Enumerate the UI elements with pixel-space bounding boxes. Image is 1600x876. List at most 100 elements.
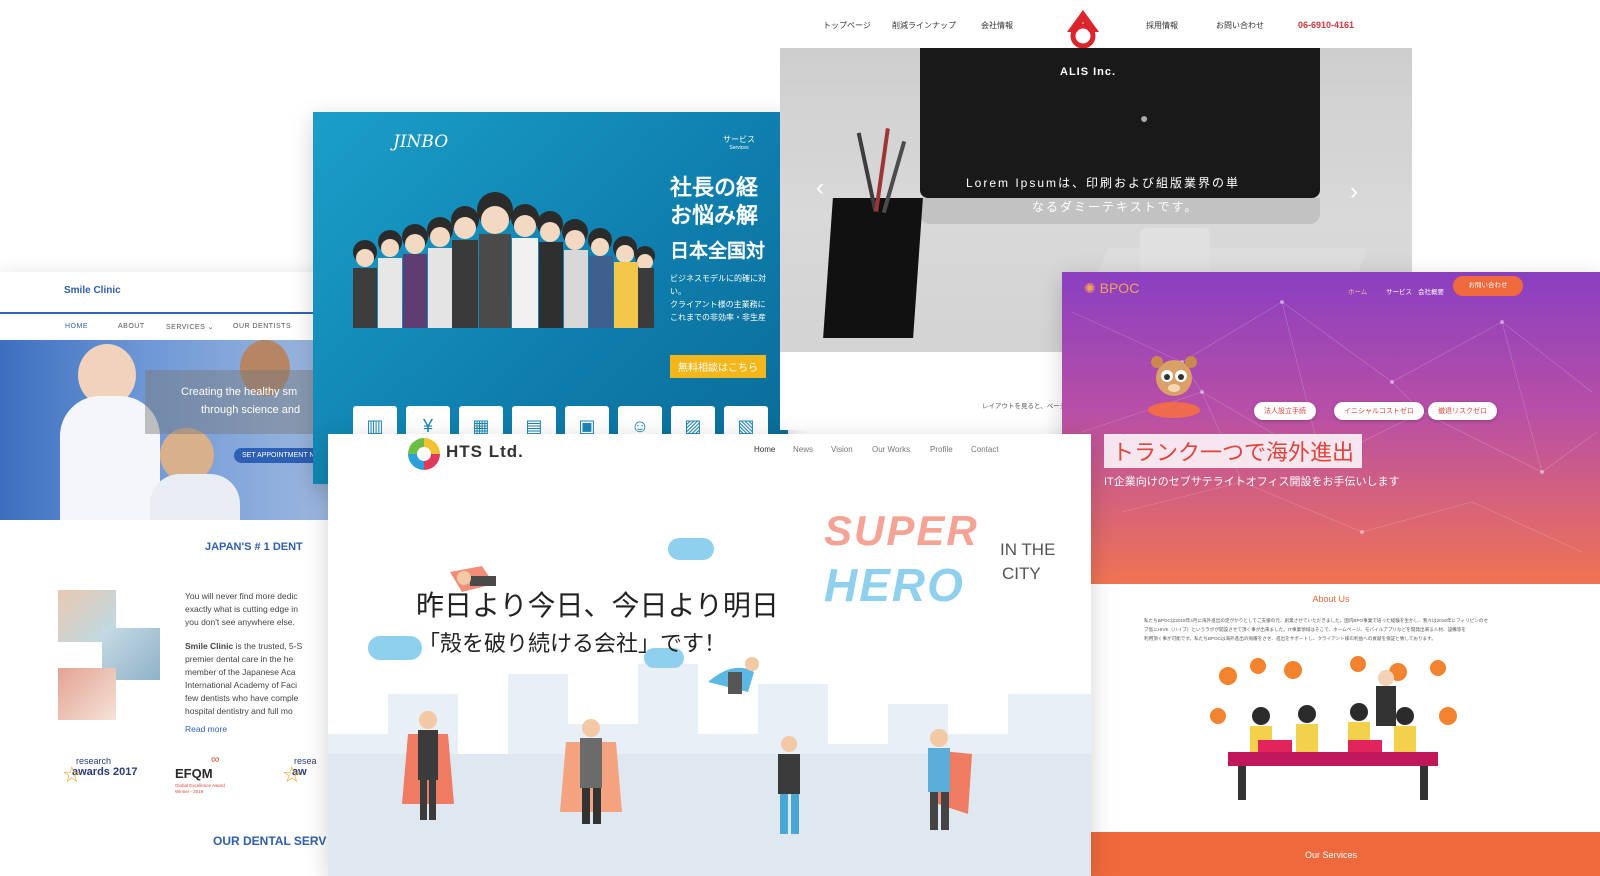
bpoc-services-band: Our Services	[1062, 832, 1600, 876]
jinbo-body-line: クライアント様の主業務に	[670, 300, 766, 309]
award-efqm-sub: Global Excellence Award	[175, 783, 225, 788]
hero-svg	[560, 719, 622, 824]
hero-svg	[778, 736, 800, 834]
standing-hero-figure	[398, 704, 458, 824]
bpoc-nav-services[interactable]: サービス	[1386, 286, 1412, 296]
hts-art-hero: HERO	[824, 559, 965, 611]
jinbo-headline-2: お悩み解	[670, 203, 759, 228]
standing-hero-figure	[764, 730, 814, 840]
bpoc-team-illustration	[1198, 656, 1468, 808]
hts-art-city: CITY	[1002, 564, 1041, 583]
jinbo-logo[interactable]: JINBO	[393, 132, 448, 152]
bpoc-nav-home[interactable]: ホーム	[1348, 286, 1367, 296]
alis-hero-line1: Lorem Ipsumは、印刷および組版業界の単	[966, 176, 1241, 190]
hts-headline: 昨日より今日、今日より明日	[416, 590, 779, 621]
efqm-ribbon-icon: ∞	[211, 752, 220, 766]
award-research-2: resea aw ☆	[282, 756, 330, 802]
bpoc-cloud-badge: イニシャルコストゼロ	[1334, 402, 1424, 420]
hts-nav-news[interactable]: News	[793, 445, 813, 454]
hts-nav-vision[interactable]: Vision	[831, 445, 853, 454]
hts-nav-works[interactable]: Our Works	[872, 445, 910, 454]
bpoc-cloud-badge: 撤退リスクゼロ	[1428, 402, 1497, 420]
slider-next-icon[interactable]: ›	[1350, 178, 1358, 206]
bpoc-about-text: 私たちBPOCは2018年4月に海外進出の足がかりとしてご支援の元、創業させてい…	[1144, 616, 1488, 643]
smile-paragraph-line: few dentists who have comple	[185, 693, 299, 703]
alis-nav-company[interactable]: 会社情報	[981, 20, 1013, 31]
smile-brand[interactable]: Smile Clinic	[64, 285, 121, 296]
mascot-svg	[1148, 356, 1200, 418]
hts-art-in-the: IN THE	[1000, 540, 1056, 559]
smile-read-more-link[interactable]: Read more	[185, 724, 227, 734]
dental-photo	[58, 668, 116, 720]
jinbo-nav-sublabel: Services	[729, 145, 749, 151]
hts-art-super: SUPER	[824, 507, 979, 554]
bpoc-about-line: 利用頂く事が可能です。私たちBPOCは海外進出の飛躍をさせ、進出をサポートし、ク…	[1144, 636, 1436, 641]
jinbo-consult-button[interactable]: 無料相談はこちら	[670, 355, 766, 378]
bpoc-logo-text: BPOC	[1099, 280, 1140, 296]
slider-prev-icon[interactable]: ‹	[816, 174, 824, 202]
bpoc-screenshot: ✺ BPOC ホーム サービス 会社概要 お問い合わせ 法人設立手続 イニシャル…	[1062, 272, 1600, 876]
hts-nav-profile[interactable]: Profile	[930, 445, 953, 454]
smile-paragraph-text: is the trusted, 5-S	[233, 641, 303, 651]
award-star-icon: ☆	[62, 762, 82, 787]
hts-nav-contact[interactable]: Contact	[971, 445, 999, 454]
alis-brand[interactable]: ALIS Inc.	[1060, 66, 1116, 78]
smile-paragraph-line: International Academy of Faci	[185, 680, 297, 690]
smile-nav-home[interactable]: HOME	[65, 323, 88, 330]
award-efqm-sub2: Winner - 2019	[175, 789, 204, 794]
jinbo-subheadline: 日本全国対	[670, 241, 766, 262]
alis-phone[interactable]: 06-6910-4161	[1298, 20, 1354, 30]
smile-paragraph-line: hospital dentistry and full mo	[185, 706, 293, 716]
smile-paragraph-brand: Smile Clinic	[185, 641, 234, 651]
smile-paragraph-line: exactly what is cutting edge in	[185, 604, 298, 614]
team-svg	[353, 192, 655, 328]
smile-hero-line1: Creating the healthy sm	[181, 386, 298, 398]
doctor-coat	[150, 474, 240, 520]
smile-nav-about[interactable]: ABOUT	[118, 323, 145, 330]
bpoc-team-svg	[1210, 656, 1457, 800]
smile-hero-overlay: Creating the healthy sm through science …	[145, 370, 330, 434]
hts-logo-icon-core	[417, 447, 431, 461]
hts-nav-home[interactable]: Home	[754, 445, 775, 454]
hero-svg	[708, 657, 759, 694]
hero-svg	[402, 711, 454, 820]
jinbo-team-illustration	[345, 192, 655, 342]
smile-clinic-screenshot: Smile Clinic HOME ABOUT SERVICES ⌄ OUR D…	[0, 272, 330, 876]
award-star-icon: ☆	[282, 762, 302, 787]
smile-nav-dentists[interactable]: OUR DENTISTS	[233, 323, 291, 330]
jinbo-nav-label: サービス	[723, 135, 755, 144]
alis-logo-icon[interactable]	[1063, 8, 1103, 49]
award-research: research awards 2017 ☆	[62, 756, 152, 802]
hero-svg	[928, 729, 972, 830]
bpoc-about-line: 私たちBPOCは2018年4月に海外進出の足がかりとしてご支援の元、創業させてい…	[1144, 618, 1489, 623]
bpoc-mascot	[1144, 352, 1214, 422]
smile-nav-services[interactable]: SERVICES ⌄	[166, 323, 214, 331]
smile-appointment-button[interactable]: SET APPOINTMENT N	[234, 448, 323, 463]
bpoc-services-heading: Our Services	[1304, 850, 1357, 860]
cloud	[668, 538, 714, 560]
smile-services-heading: OUR DENTAL SERV	[213, 834, 327, 848]
alis-nav-recruit[interactable]: 採用情報	[1146, 20, 1178, 31]
jinbo-screenshot: JINBO サービス Services 社長の経 お悩み解 日本全国対 ビジネス…	[313, 112, 788, 484]
hts-screenshot: HTS Ltd. Home News Vision Our Works Prof…	[328, 434, 1091, 876]
flying-hero-figure	[704, 652, 764, 712]
jinbo-nav-services[interactable]: サービス Services	[723, 134, 755, 151]
smile-paragraph-line: You will never find more dedic	[185, 591, 298, 601]
bpoc-hero: ✺ BPOC ホーム サービス 会社概要 お問い合わせ 法人設立手続 イニシャル…	[1062, 272, 1600, 584]
hts-logo-text[interactable]: HTS Ltd.	[446, 442, 524, 462]
bpoc-logo[interactable]: ✺ BPOC	[1084, 280, 1139, 297]
smile-paragraph: You will never find more dedic exactly w…	[185, 590, 298, 629]
bpoc-subheadline: IT企業向けのセブサテライトオフィス開設をお手伝いします	[1104, 476, 1400, 488]
award-efqm-title: EFQM	[175, 766, 213, 781]
bpoc-contact-button[interactable]: お問い合わせ	[1453, 276, 1523, 296]
bpoc-about-heading: About Us	[1312, 594, 1350, 604]
bpoc-logo-icon: ✺	[1084, 280, 1096, 296]
smile-paragraph-line: you don't see anywhere else.	[185, 617, 295, 627]
jinbo-body-line: い。	[670, 287, 686, 296]
alis-nav-contact[interactable]: お問い合わせ	[1216, 20, 1264, 31]
alis-nav-lineup[interactable]: 削減ラインナップ	[892, 20, 956, 31]
alis-nav-top[interactable]: トップページ	[823, 20, 871, 31]
bpoc-about-line: ブ島にHIVE（ハイブ）というラボが開設させて頂く事が出来ました。IT事業領域は…	[1144, 627, 1466, 632]
alis-hero-line2: なるダミーテキストです。	[1032, 200, 1199, 214]
bpoc-nav-company[interactable]: 会社概要	[1418, 286, 1444, 296]
